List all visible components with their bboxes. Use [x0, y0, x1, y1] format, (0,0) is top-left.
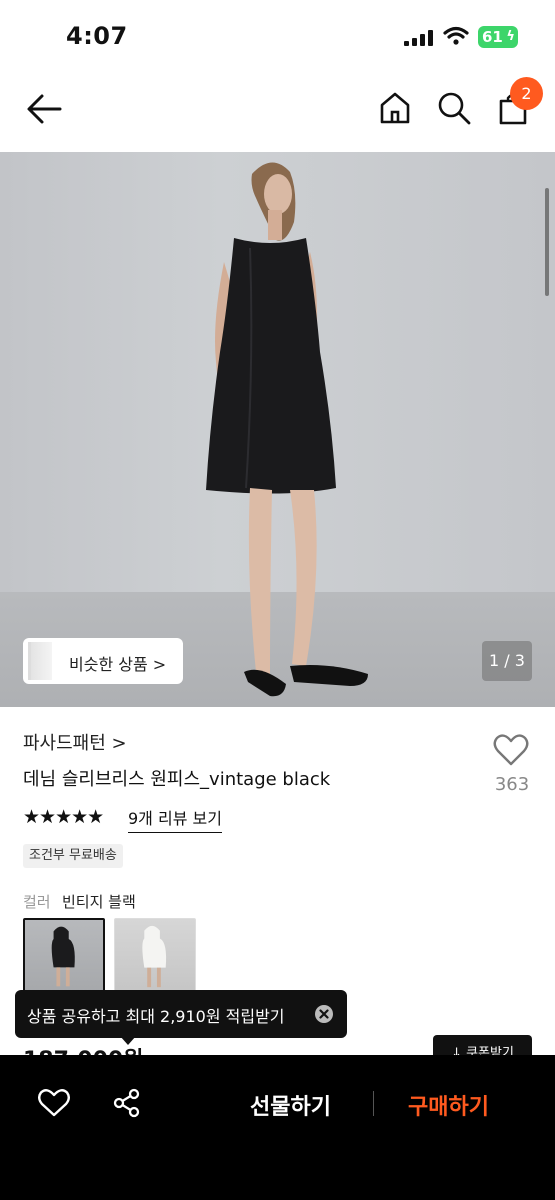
status-time: 4:07: [66, 22, 128, 50]
wishlist-heart-icon[interactable]: [38, 1088, 70, 1118]
review-link[interactable]: 9개 리뷰 보기: [128, 805, 222, 833]
swatch-black-photo: [51, 926, 75, 987]
share-icon[interactable]: [112, 1088, 142, 1118]
rating-stars: ★★★★★: [23, 806, 104, 828]
status-bar: 4:07 61 ϟ: [0, 0, 555, 75]
tooltip-text: 상품 공유하고 최대 2,910원 적립받기: [27, 1007, 285, 1026]
battery-icon: 61 ϟ: [478, 26, 518, 48]
color-label: 컬러: [23, 893, 51, 911]
bottom-action-bar: 선물하기 구매하기: [0, 1055, 555, 1200]
shipping-badge: 조건부 무료배송: [23, 844, 123, 868]
product-price: 187,000원: [23, 1042, 143, 1056]
swatch-white-photo: [142, 925, 167, 988]
product-image-carousel[interactable]: 비슷한 상품 > 1 / 3: [0, 152, 555, 707]
battery-level: 61: [482, 28, 503, 46]
like-count: 363: [494, 774, 530, 795]
image-page-indicator: 1 / 3: [482, 641, 532, 681]
similar-products-button[interactable]: 비슷한 상품 >: [23, 638, 183, 684]
buy-button[interactable]: 구매하기: [408, 1089, 489, 1121]
home-icon[interactable]: [376, 89, 414, 127]
close-icon[interactable]: [314, 1004, 334, 1024]
back-arrow-icon[interactable]: [24, 91, 64, 127]
action-divider: [373, 1091, 374, 1116]
charging-icon: ϟ: [506, 29, 515, 44]
top-nav: [0, 75, 555, 152]
signal-icon: [404, 30, 433, 46]
gift-button[interactable]: 선물하기: [250, 1089, 331, 1121]
wifi-icon: [443, 26, 469, 45]
product-photo: [206, 162, 368, 697]
heart-icon[interactable]: [493, 733, 529, 767]
similar-thumbnail: [28, 642, 52, 680]
color-swatch-black[interactable]: [23, 918, 105, 994]
brand-link[interactable]: 파사드패턴 >: [23, 729, 127, 755]
share-reward-tooltip: 상품 공유하고 최대 2,910원 적립받기: [15, 990, 347, 1038]
search-icon[interactable]: [435, 89, 473, 127]
product-title: 데님 슬리브리스 원피스_vintage black: [23, 769, 331, 790]
cart-count-badge: 2: [510, 77, 543, 110]
star-rating-icon: ★★★★★: [23, 806, 104, 828]
color-value: 빈티지 블랙: [62, 893, 136, 911]
similar-products-label: 비슷한 상품 >: [69, 655, 167, 674]
scroll-indicator: [545, 188, 549, 296]
coupon-button[interactable]: ↓ 쿠폰받기: [433, 1035, 532, 1057]
color-swatch-white[interactable]: [114, 918, 196, 994]
